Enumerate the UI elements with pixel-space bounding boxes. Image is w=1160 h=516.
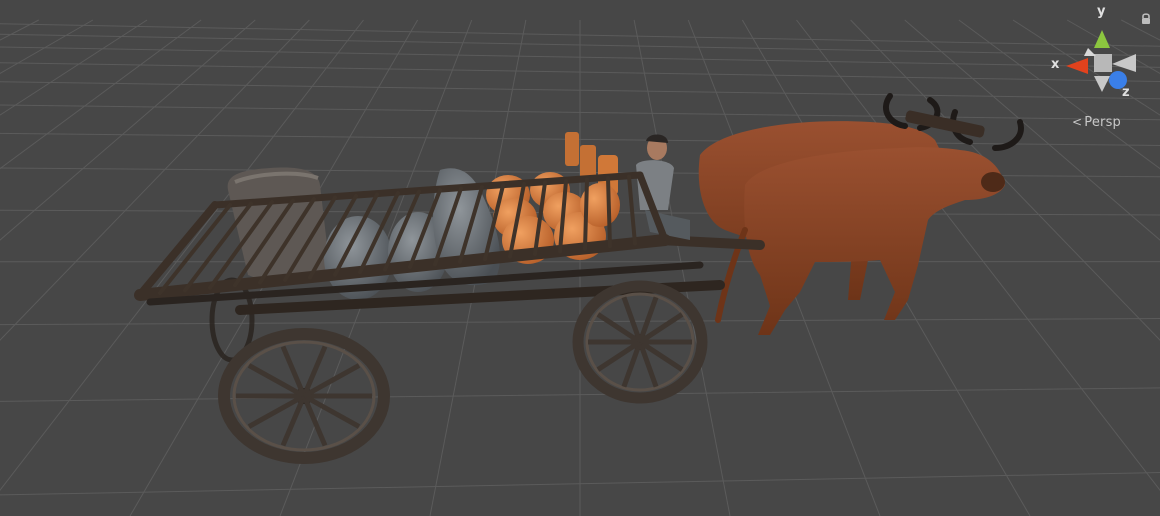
scene-viewport[interactable]: y x z < Persp — [0, 0, 1160, 516]
gizmo-y-label: y — [1097, 4, 1106, 19]
gizmo-y-cone — [1094, 30, 1110, 48]
cart-slat — [627, 174, 637, 246]
cart-wheel-rear — [218, 328, 390, 464]
gizmo-negx-cone — [1112, 54, 1136, 72]
gizmo-z-label: z — [1122, 85, 1130, 100]
grid-line — [0, 19, 148, 116]
grid-line — [1012, 19, 1160, 116]
cart-slat — [606, 176, 612, 249]
chevron-left-icon: < — [1072, 115, 1083, 129]
scene-canvas[interactable] — [0, 0, 1160, 516]
grid-line — [0, 19, 202, 170]
gizmo-x-label: x — [1051, 57, 1060, 72]
cart-slat — [583, 177, 589, 251]
grid-line — [1066, 19, 1160, 74]
projection-toggle[interactable]: < Persp — [1072, 115, 1121, 130]
projection-label: Persp — [1084, 115, 1122, 130]
grid-line — [0, 19, 94, 74]
ground-grid — [0, 19, 1160, 516]
gizmo-negy-cone — [1094, 76, 1110, 92]
cart-tongue — [655, 235, 765, 250]
lock-icon[interactable] — [1139, 12, 1153, 26]
grid-line — [0, 19, 39, 41]
grid-line — [0, 19, 256, 241]
gizmo-x-cone — [1066, 58, 1088, 74]
grid-line — [958, 19, 1160, 170]
cart-wheel-front — [572, 280, 708, 404]
gizmo-center-cube — [1094, 54, 1112, 72]
